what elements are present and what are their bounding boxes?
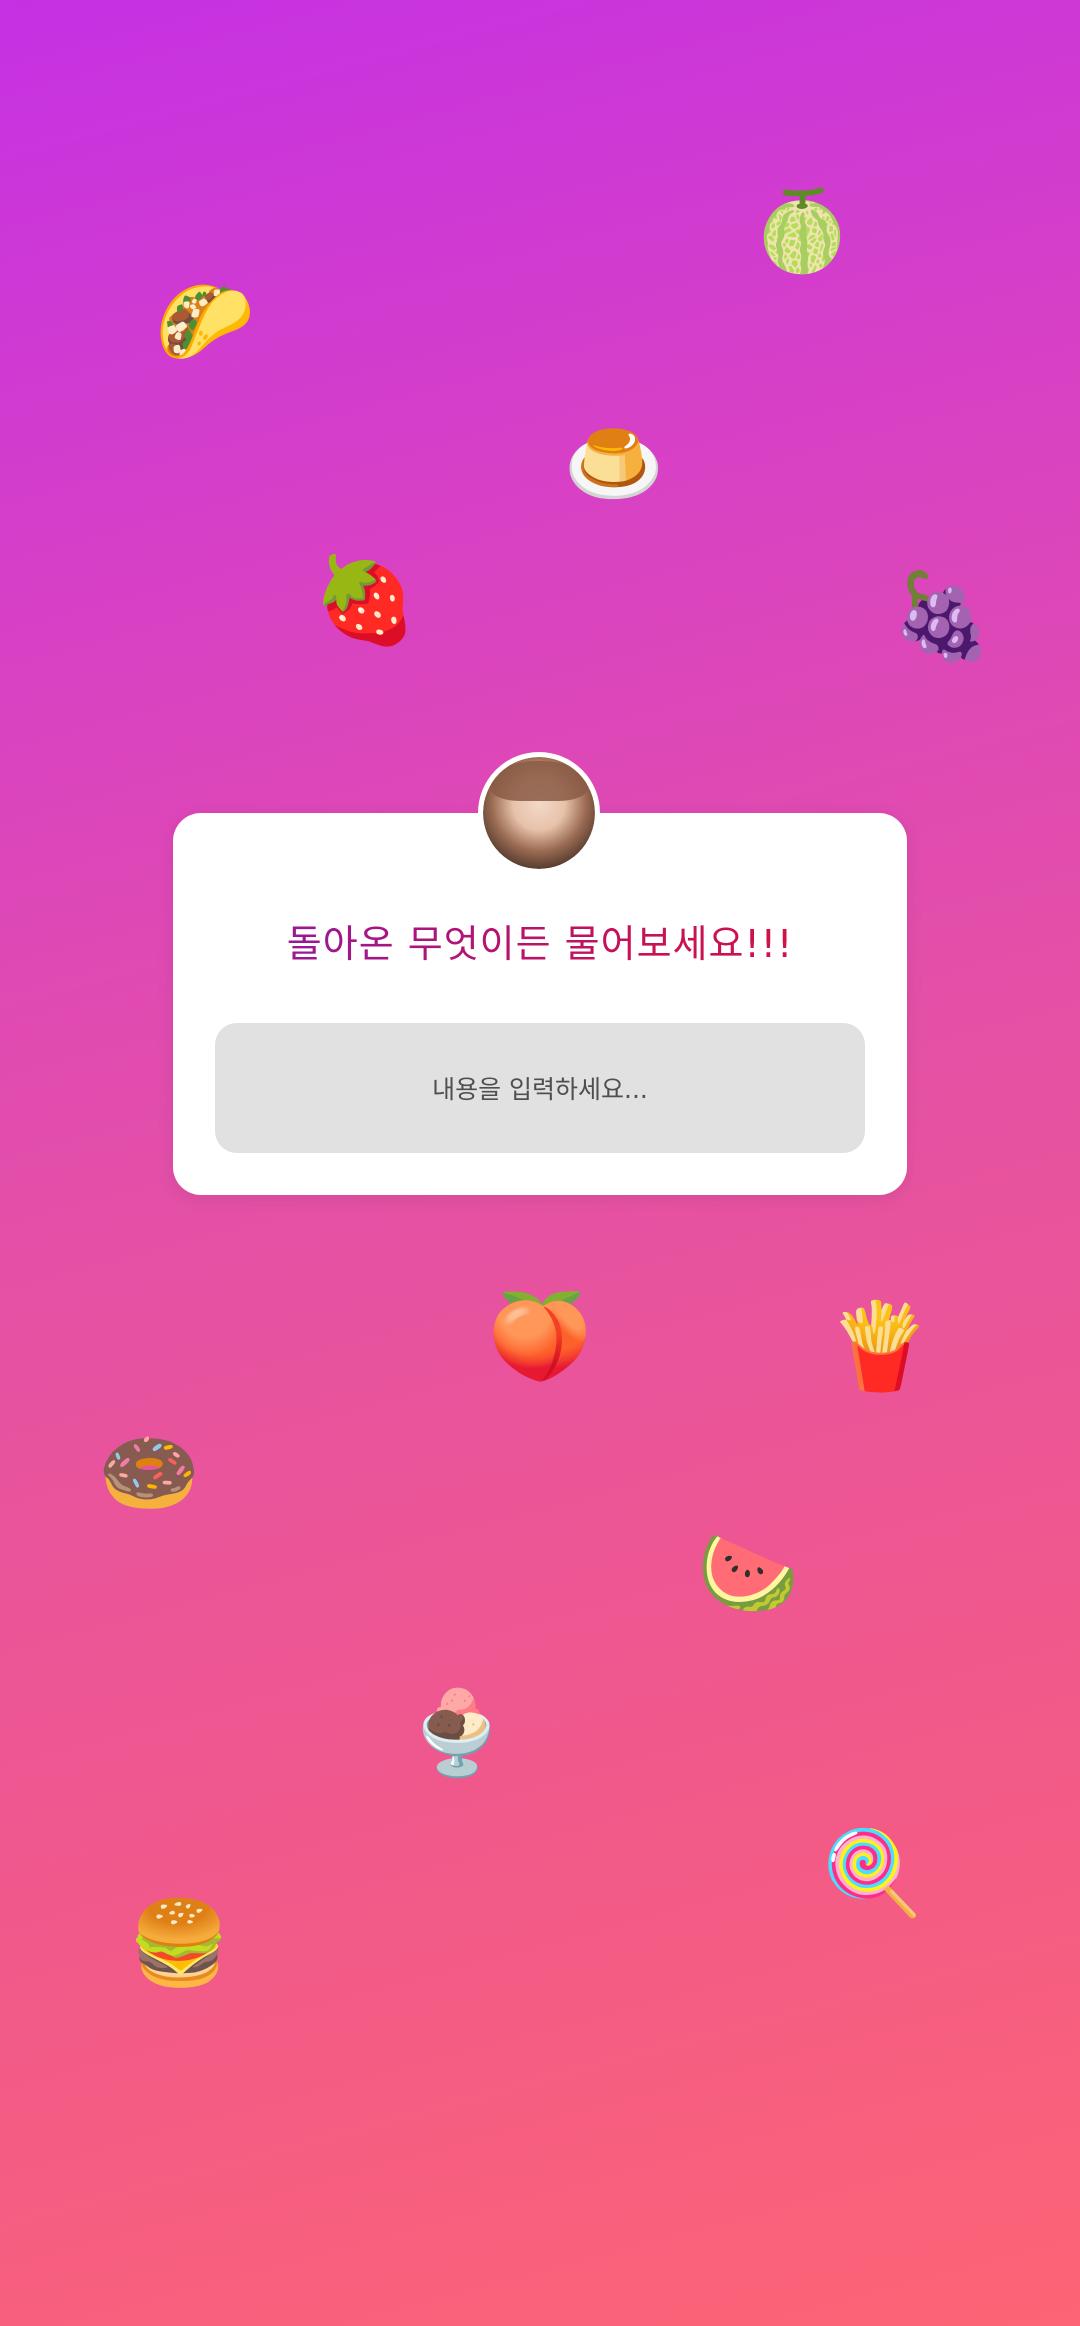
- avatar-photo: [483, 757, 595, 869]
- avatar: [478, 752, 600, 874]
- strawberry-emoji-icon: 🍓: [312, 551, 418, 649]
- grapes-emoji-icon: 🍇: [889, 567, 995, 665]
- donut-emoji-icon: 🍩: [97, 1426, 201, 1521]
- peach-emoji-icon: 🍑: [487, 1287, 593, 1385]
- lollipop-emoji-icon: 🍭: [820, 1826, 924, 1921]
- fries-emoji-icon: 🍟: [827, 1297, 933, 1395]
- question-input-placeholder: 내용을 입력하세요...: [432, 1075, 648, 1104]
- question-sticker-screen: { "question_card": { "title": "돌아온 무엇이든 …: [0, 0, 1080, 2326]
- burger-emoji-icon: 🍔: [127, 1896, 231, 1991]
- watermelon-emoji-icon: 🍉: [696, 1526, 800, 1621]
- pudding-emoji-icon: 🍮: [564, 417, 664, 510]
- icecream-emoji-icon: 🍨: [405, 1686, 509, 1781]
- question-title: 돌아온 무엇이든 물어보세요!!!: [173, 913, 907, 968]
- taco-emoji-icon: 🌮: [155, 275, 255, 368]
- question-input[interactable]: 내용을 입력하세요...: [215, 1023, 865, 1153]
- melon-emoji-icon: 🍈: [753, 187, 851, 277]
